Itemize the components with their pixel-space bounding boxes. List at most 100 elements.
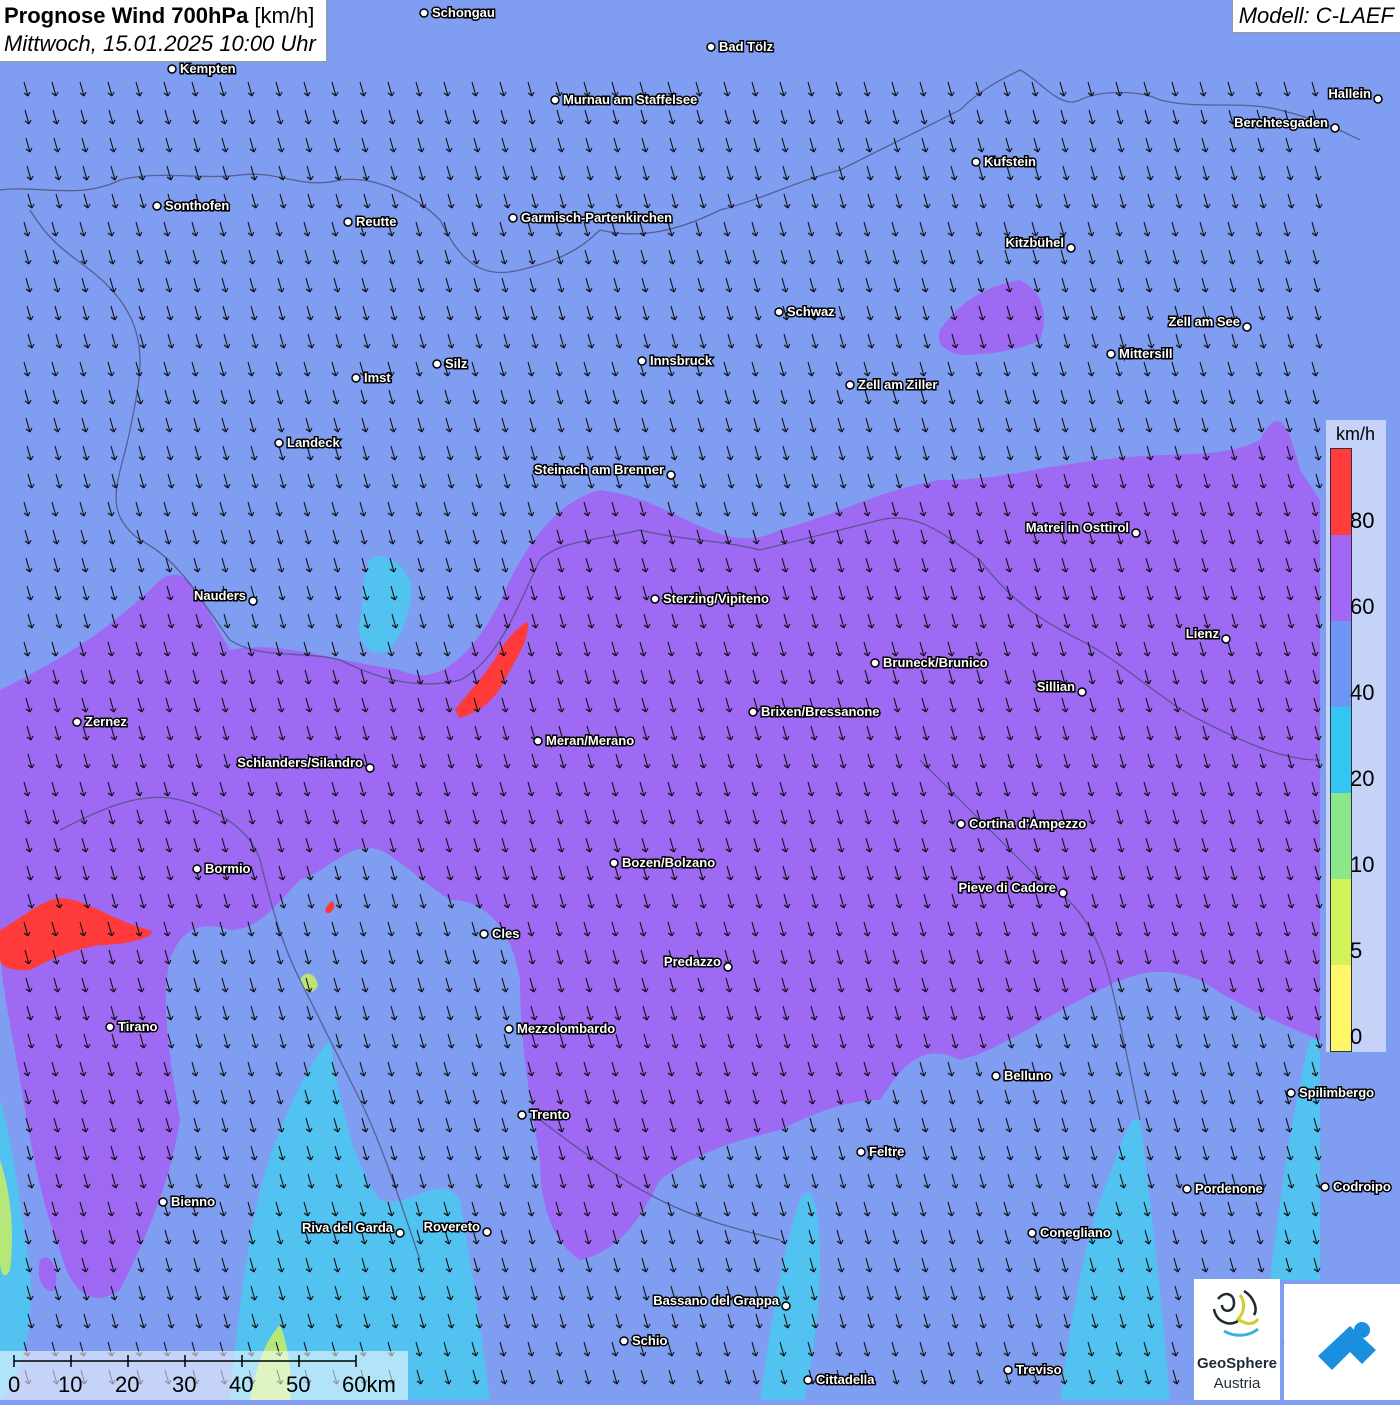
city-marker: [419, 8, 429, 18]
city-marker: [1330, 123, 1340, 133]
city-pordenone: Pordenone: [1182, 1180, 1264, 1198]
city-label: Cortina d'Ampezzo: [969, 816, 1086, 831]
city-marker: [274, 438, 284, 448]
city-marker: [1106, 349, 1116, 359]
city-meran-merano: Meran/Merano: [533, 732, 636, 750]
city-marker: [650, 594, 660, 604]
city-label: Imst: [364, 370, 391, 385]
title-main: Prognose Wind 700hPa: [4, 3, 249, 28]
city-marker: [1066, 243, 1076, 253]
geosphere-logo: GeoSphere Austria: [1194, 1279, 1280, 1400]
city-label: Pieve di Cadore: [958, 880, 1056, 895]
city-marker: [1286, 1088, 1296, 1098]
geosphere-name: GeoSphere: [1196, 1355, 1278, 1372]
city-marker: [856, 1147, 866, 1157]
city-label: Trento: [530, 1107, 570, 1122]
city-marker: [192, 864, 202, 874]
city-brixen-bressanone: Brixen/Bressanone: [748, 703, 881, 721]
city-label: Garmisch-Partenkirchen: [521, 210, 672, 225]
city-label: Bad Tölz: [719, 39, 774, 54]
city-marker: [1320, 1182, 1330, 1192]
city-label: Bormio: [205, 861, 251, 876]
city-marker: [803, 1375, 813, 1385]
legend-color-red: [1331, 449, 1351, 535]
city-marker: [1027, 1228, 1037, 1238]
city-label: Reutte: [356, 214, 396, 229]
city-label: Bozen/Bolzano: [622, 855, 715, 870]
city-label: Lienz: [1186, 626, 1220, 641]
legend-label-5: 5: [1350, 938, 1363, 963]
legend-color-yellow: [1331, 965, 1351, 1051]
city-schlanders-silandro: Schlanders/Silandro: [236, 754, 375, 773]
city-marker: [432, 359, 442, 369]
city-berchtesgaden: Berchtesgaden: [1233, 114, 1340, 133]
legend-color-cyan: [1331, 707, 1351, 793]
scale-label-10: 10: [58, 1372, 83, 1397]
city-marker: [395, 1228, 405, 1238]
city-marker: [517, 1110, 527, 1120]
city-marker: [956, 819, 966, 829]
city-marker: [619, 1336, 629, 1346]
city-label: Silz: [445, 356, 468, 371]
city-marker: [971, 157, 981, 167]
city-marker: [158, 1197, 168, 1207]
geosphere-emblem-icon: [1212, 1289, 1260, 1337]
scale-label-50: 50: [286, 1372, 311, 1397]
city-label: Feltre: [869, 1144, 904, 1159]
city-label: Riva del Garda: [302, 1220, 394, 1235]
city-bozen-bolzano: Bozen/Bolzano: [609, 854, 717, 872]
city-marker: [666, 470, 676, 480]
city-bruneck-brunico: Bruneck/Brunico: [870, 654, 989, 672]
city-marker: [248, 596, 258, 606]
city-label: Meran/Merano: [546, 733, 634, 748]
city-label: Belluno: [1004, 1068, 1052, 1083]
city-label: Cittadella: [816, 1372, 875, 1387]
legend-label-10: 10: [1350, 852, 1375, 877]
city-marker: [706, 42, 716, 52]
city-label: Schio: [632, 1333, 667, 1348]
city-marker: [550, 95, 560, 105]
city-label: Steinach am Brenner: [534, 462, 664, 477]
city-label: Rovereto: [424, 1219, 480, 1234]
city-marker: [343, 217, 353, 227]
city-label: Kempten: [180, 61, 236, 76]
weather-app-icon: [1318, 1322, 1376, 1370]
city-label: Zell am See: [1168, 314, 1240, 329]
legend-colorbar: [1330, 448, 1352, 1052]
legend-label-60: 60: [1350, 594, 1375, 619]
city-label: Innsbruck: [650, 353, 713, 368]
scale-label-40: 40: [229, 1372, 254, 1397]
city-label: Kitzbühel: [1006, 235, 1065, 250]
city-marker: [1131, 528, 1141, 538]
city-marker: [723, 962, 733, 972]
city-label: Sterzing/Vipiteno: [663, 591, 769, 606]
city-label: Tirano: [118, 1019, 158, 1034]
city-marker: [781, 1301, 791, 1311]
city-marker: [870, 658, 880, 668]
city-marker: [508, 213, 518, 223]
legend-unit: km/h: [1336, 424, 1376, 444]
city-marker: [609, 858, 619, 868]
city-marker: [365, 763, 375, 773]
legend-label-0: 0: [1350, 1024, 1363, 1049]
city-marker: [1182, 1184, 1192, 1194]
city-marker: [1373, 94, 1383, 104]
city-label: Schwaz: [787, 304, 835, 319]
city-marker: [845, 380, 855, 390]
city-steinach-am-brenner: Steinach am Brenner: [532, 461, 676, 480]
city-marker: [152, 201, 162, 211]
city-marker: [1221, 634, 1231, 644]
city-zell-am-see: Zell am See: [1167, 313, 1252, 332]
city-label: Zernez: [85, 714, 127, 729]
city-marker: [774, 307, 784, 317]
city-zell-am-ziller: Zell am Ziller: [845, 376, 939, 394]
city-marker: [351, 373, 361, 383]
city-marker: [1003, 1365, 1013, 1375]
scale-label-0: 0: [8, 1372, 21, 1397]
city-marker: [167, 64, 177, 74]
city-marker: [637, 356, 647, 366]
city-label: Bruneck/Brunico: [883, 655, 988, 670]
city-label: Mezzolombardo: [517, 1021, 615, 1036]
city-mezzolombardo: Mezzolombardo: [504, 1020, 617, 1038]
city-riva-del-garda: Riva del Garda: [300, 1219, 405, 1238]
